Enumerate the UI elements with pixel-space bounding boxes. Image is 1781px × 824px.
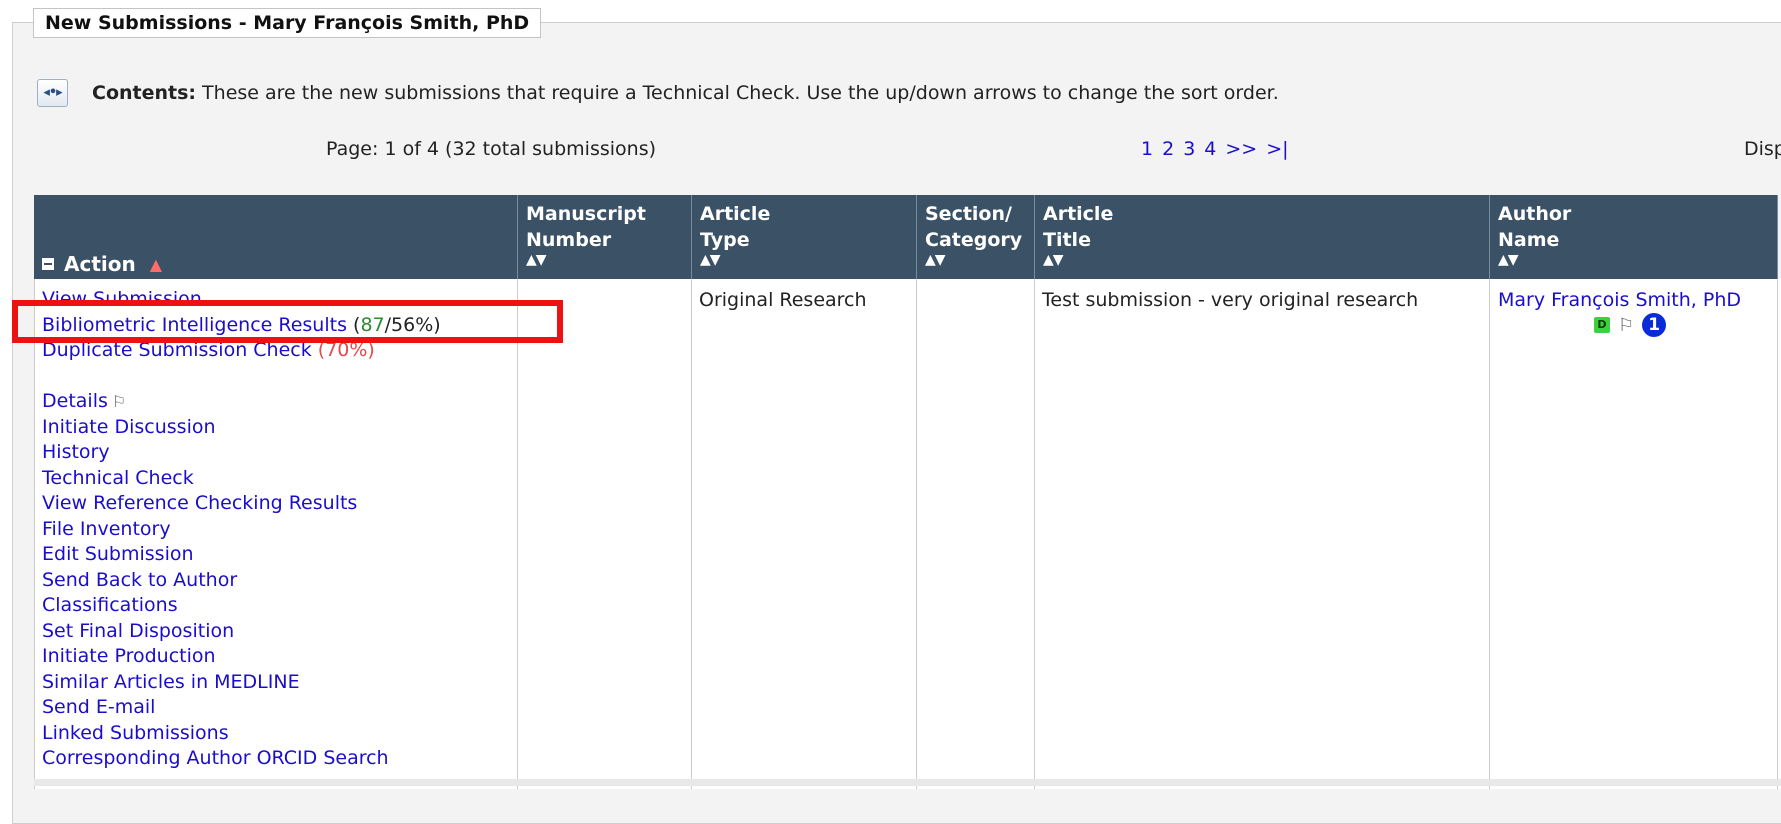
header-label: Manuscript xyxy=(526,203,646,225)
flag-icon: ⚐ xyxy=(1618,314,1635,336)
details-link[interactable]: Details ⚐ xyxy=(42,389,441,415)
author-d-badge[interactable]: D xyxy=(1594,317,1610,333)
duplicate-score: (70%) xyxy=(311,339,375,361)
header-label: Category xyxy=(925,229,1023,251)
author-name-link[interactable]: Mary François Smith, PhD xyxy=(1498,287,1741,313)
page-link-2[interactable]: 2 xyxy=(1162,138,1174,160)
set-final-disposition-link[interactable]: Set Final Disposition xyxy=(42,619,441,645)
page-info: Page: 1 of 4 (32 total submissions) xyxy=(326,138,657,160)
cell-divider xyxy=(1034,279,1035,789)
initiate-production-link[interactable]: Initiate Production xyxy=(42,644,441,670)
table-footer-band xyxy=(34,779,1781,786)
view-reference-results-link[interactable]: View Reference Checking Results xyxy=(42,491,441,517)
header-action-label[interactable]: Action ▲ xyxy=(42,251,162,278)
duplicate-check-link[interactable]: Duplicate Submission Check (70%) xyxy=(42,338,441,364)
bibliometric-paren: ( xyxy=(346,313,361,336)
header-label: Number xyxy=(526,229,612,251)
action-links: View Submission Bibliometric Intelligenc… xyxy=(42,287,441,772)
header-section-category[interactable]: Section/Category ▲▼ xyxy=(917,195,1034,279)
page-link-1[interactable]: 1 xyxy=(1141,138,1153,160)
linked-submissions-link[interactable]: Linked Submissions xyxy=(42,721,441,747)
sort-up-down-icon[interactable]: ▲▼ xyxy=(1498,253,1571,267)
header-article-title[interactable]: Article Title ▲▼ xyxy=(1035,195,1489,279)
author-count-badge[interactable]: 1 xyxy=(1642,313,1667,337)
send-back-to-author-link[interactable]: Send Back to Author xyxy=(42,568,441,594)
contents-label: Contents: xyxy=(92,82,197,104)
header-label: Author xyxy=(1498,203,1572,225)
bibliometric-results-link[interactable]: Bibliometric Intelligence Results (87/56… xyxy=(42,313,441,339)
header-article-type[interactable]: Article Type ▲▼ xyxy=(692,195,916,279)
next-page-link[interactable]: >> xyxy=(1225,138,1257,160)
article-type-value: Original Research xyxy=(699,289,867,311)
panel-title: New Submissions - Mary François Smith, P… xyxy=(33,8,542,38)
view-submission-link[interactable]: View Submission xyxy=(42,287,441,313)
article-title-value: Test submission - very original research xyxy=(1042,289,1419,311)
pagination: 1 2 3 4 >> >| xyxy=(1141,136,1298,162)
author-indicators: D ⚐ 1 xyxy=(1594,313,1667,337)
bibliometric-percent: /56%) xyxy=(384,313,441,336)
technical-check-link[interactable]: Technical Check xyxy=(42,466,441,492)
contents-description: Contents: These are the new submissions … xyxy=(92,80,1279,106)
orcid-search-link[interactable]: Corresponding Author ORCID Search xyxy=(42,746,441,772)
header-label: Section/ xyxy=(925,203,1012,225)
details-label: Details xyxy=(42,390,108,412)
warning-triangle-icon: ▲ xyxy=(149,255,163,274)
bibliometric-score: 87 xyxy=(360,313,385,336)
sort-up-down-icon[interactable]: ▲▼ xyxy=(1043,253,1113,267)
similar-articles-link[interactable]: Similar Articles in MEDLINE xyxy=(42,670,441,696)
edit-submission-link[interactable]: Edit Submission xyxy=(42,542,441,568)
header-label: Article xyxy=(1043,203,1114,225)
cell-divider xyxy=(916,279,917,789)
contents-text: These are the new submissions that requi… xyxy=(196,82,1279,104)
classifications-link[interactable]: Classifications xyxy=(42,593,441,619)
header-label: Name xyxy=(1498,229,1560,251)
header-label: Title xyxy=(1043,229,1091,251)
cell-divider xyxy=(1777,279,1778,789)
header-manuscript-number[interactable]: Manuscript Number ▲▼ xyxy=(518,195,691,279)
header-author-name[interactable]: Author Name ▲▼ xyxy=(1490,195,1777,279)
header-divider xyxy=(1777,195,1778,279)
initiate-discussion-link[interactable]: Initiate Discussion xyxy=(42,415,441,441)
header-label: Article xyxy=(700,203,771,225)
bibliometric-label: Bibliometric Intelligence Results xyxy=(42,313,347,336)
file-inventory-link[interactable]: File Inventory xyxy=(42,517,441,543)
header-label: Type xyxy=(700,229,750,251)
page-link-3[interactable]: 3 xyxy=(1183,138,1195,160)
display-options-label: Disp xyxy=(1744,138,1781,160)
last-page-link[interactable]: >| xyxy=(1266,138,1288,160)
flag-icon: ⚐ xyxy=(111,392,127,411)
expand-collapse-arrows-icon[interactable]: ◂•▸ xyxy=(37,79,68,107)
history-link[interactable]: History xyxy=(42,440,441,466)
action-label: Action xyxy=(64,252,136,276)
sort-up-down-icon[interactable]: ▲▼ xyxy=(925,253,1022,267)
minus-box-icon[interactable] xyxy=(42,258,54,270)
duplicate-label: Duplicate Submission Check xyxy=(42,339,312,361)
sort-up-down-icon[interactable]: ▲▼ xyxy=(526,253,646,267)
cell-divider xyxy=(691,279,692,789)
cell-divider xyxy=(1489,279,1490,789)
cell-divider xyxy=(517,279,518,789)
cell-divider xyxy=(34,279,35,789)
send-email-link[interactable]: Send E-mail xyxy=(42,695,441,721)
sort-up-down-icon[interactable]: ▲▼ xyxy=(700,253,770,267)
page-link-4[interactable]: 4 xyxy=(1204,138,1216,160)
